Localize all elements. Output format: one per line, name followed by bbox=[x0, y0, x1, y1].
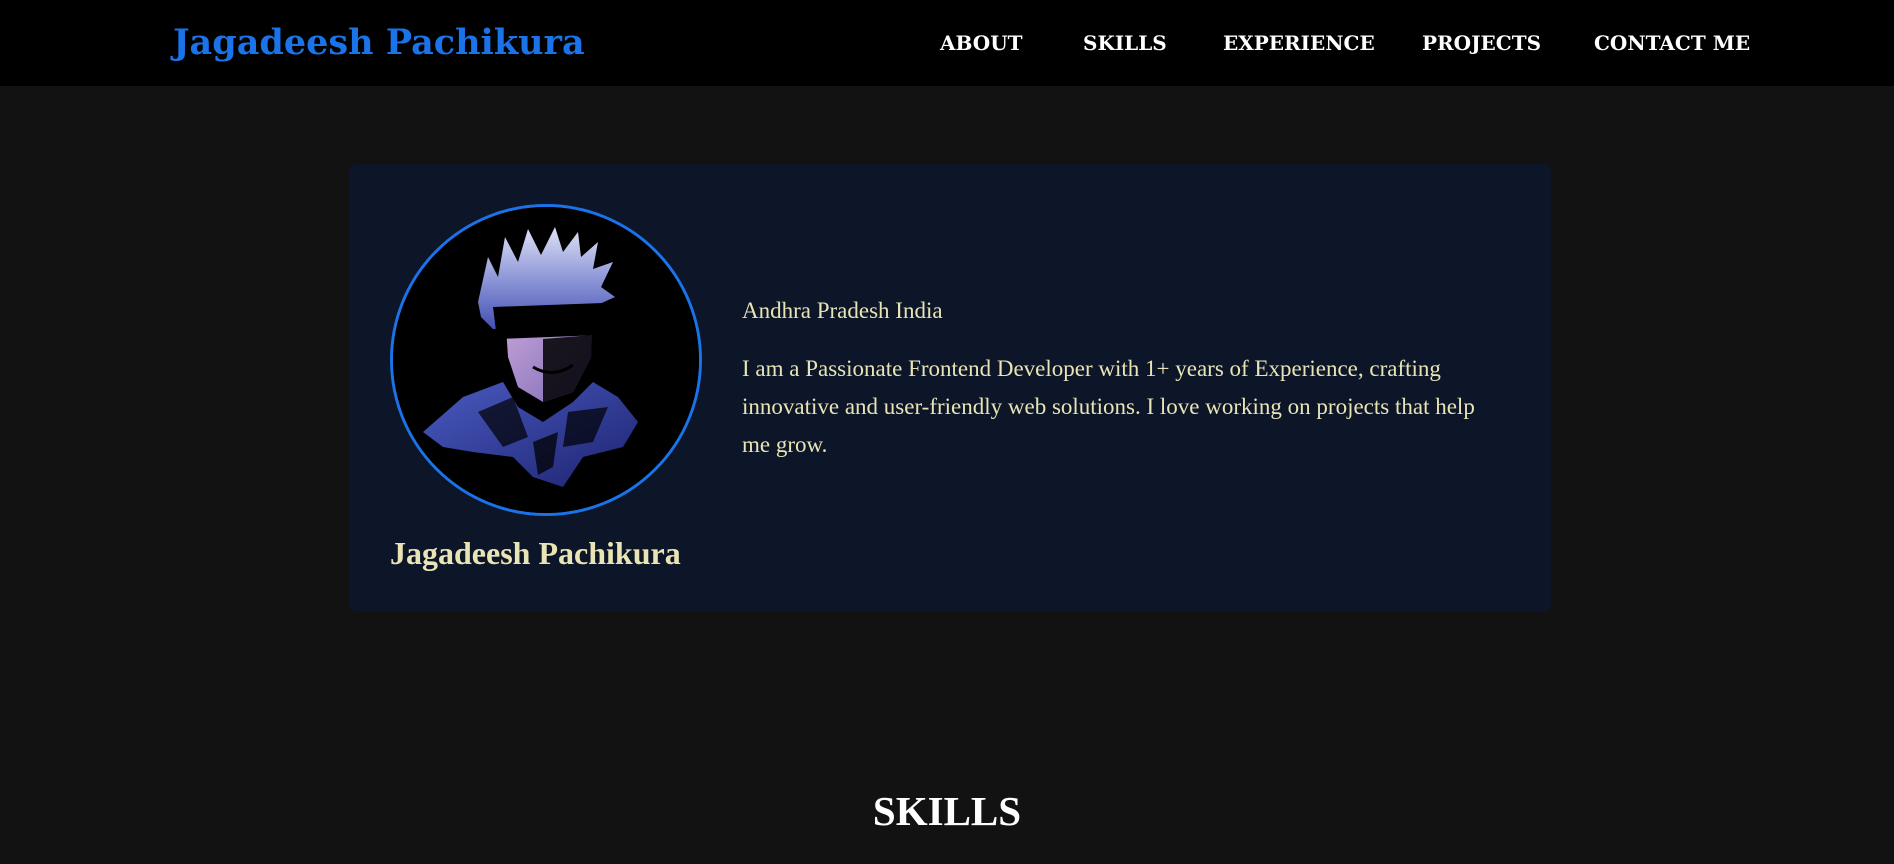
profile-bio: I am a Passionate Frontend Developer wit… bbox=[742, 356, 1475, 457]
avatar-illustration-icon bbox=[393, 207, 699, 513]
profile-name: Jagadeesh Pachikura bbox=[390, 535, 681, 571]
avatar bbox=[390, 204, 702, 516]
nav-link-skills[interactable]: SKILLS bbox=[1083, 30, 1167, 56]
nav-links: ABOUT SKILLS EXPERIENCE PROJECTS CONTACT… bbox=[0, 0, 1894, 86]
navbar: Jagadeesh Pachikura ABOUT SKILLS EXPERIE… bbox=[0, 0, 1894, 86]
nav-link-projects[interactable]: PROJECTS bbox=[1422, 30, 1541, 56]
profile-location: Andhra Pradesh India bbox=[742, 298, 943, 323]
nav-link-about[interactable]: ABOUT bbox=[940, 30, 1023, 56]
skills-section-title: SKILLS bbox=[872, 788, 1022, 834]
nav-link-experience[interactable]: EXPERIENCE bbox=[1223, 30, 1375, 56]
nav-link-contact-me[interactable]: CONTACT ME bbox=[1594, 30, 1750, 56]
